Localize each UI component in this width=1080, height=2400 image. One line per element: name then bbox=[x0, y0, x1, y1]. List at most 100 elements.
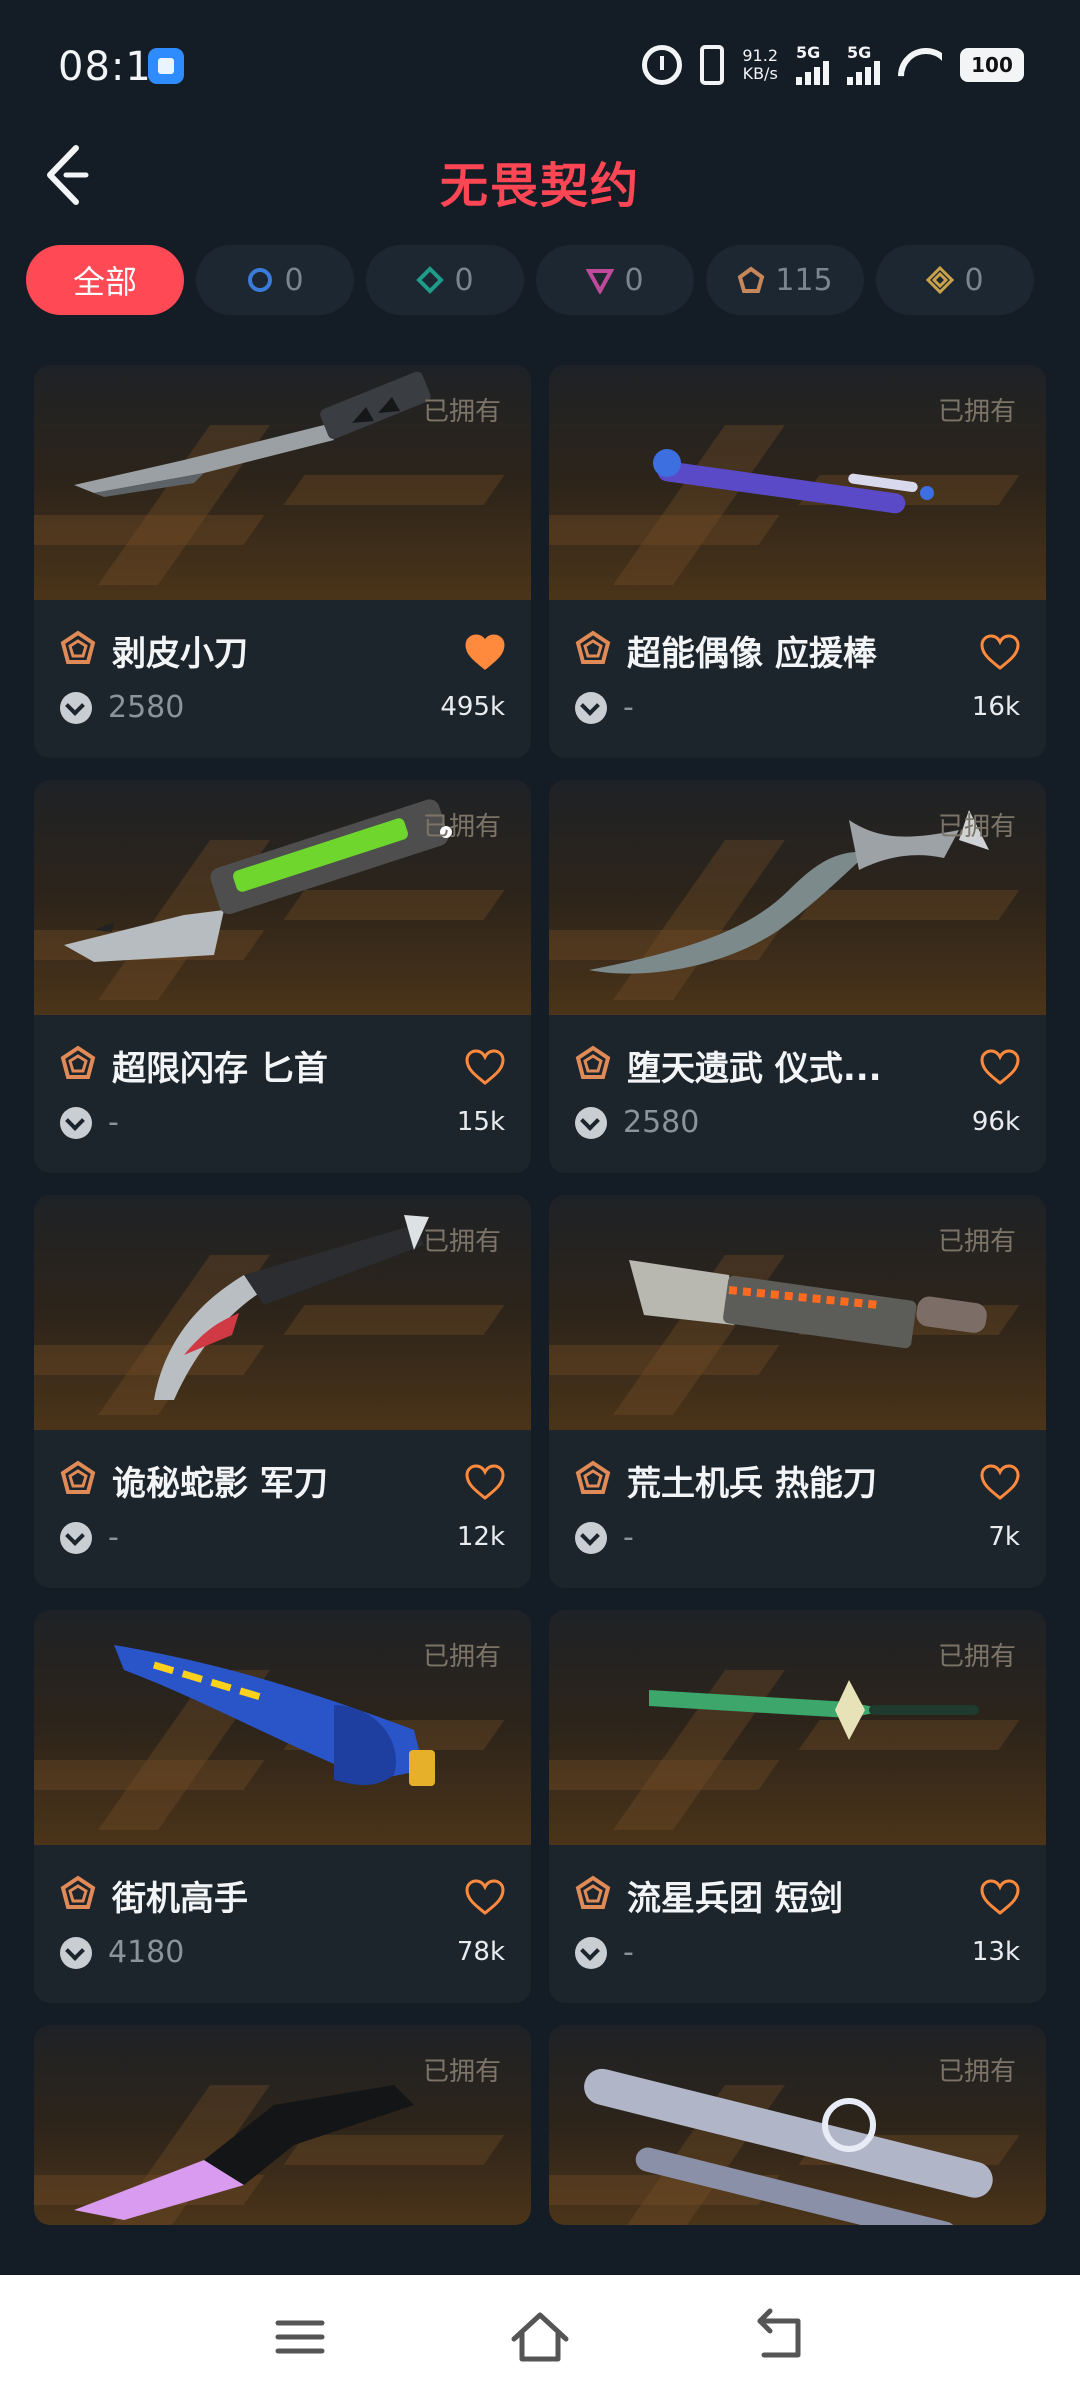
weapon-skin-card[interactable]: 已拥有 诡秘蛇影 军刀 - 12k bbox=[34, 1195, 531, 1588]
network-speed: 91.2 KB/s bbox=[742, 47, 778, 83]
weapon-skin-info: 剥皮小刀 2580 495k bbox=[34, 600, 531, 758]
system-navigation-bar bbox=[0, 2275, 1080, 2400]
weapon-skin-card[interactable]: 已拥有 bbox=[549, 2025, 1046, 2225]
weapon-skin-image: 已拥有 bbox=[549, 1610, 1046, 1845]
weapon-skin-name: 超限闪存 匕首 bbox=[112, 1049, 328, 1089]
tier-exclusive-icon bbox=[60, 1875, 96, 1909]
filter-chip-label: 0 bbox=[624, 262, 644, 298]
weapon-skin-name: 堕天遗武 仪式... bbox=[627, 1049, 882, 1089]
weapon-skin-info: 超限闪存 匕首 - 15k bbox=[34, 1015, 531, 1173]
skin-price: - bbox=[108, 1520, 119, 1555]
tier-exclusive-icon bbox=[60, 1045, 96, 1079]
weapon-skin-image: 已拥有 bbox=[549, 365, 1046, 600]
tier-exclusive-icon bbox=[738, 266, 765, 293]
skin-price: - bbox=[623, 690, 634, 725]
wifi-icon bbox=[898, 48, 942, 82]
valorant-points-icon bbox=[575, 1522, 607, 1554]
like-count: 7k bbox=[988, 1522, 1020, 1552]
tier-select-icon bbox=[248, 268, 273, 292]
sim2-signal-icon: 5G bbox=[847, 45, 880, 85]
weapon-skin-name: 街机高手 bbox=[112, 1879, 248, 1919]
app-notification-icon bbox=[148, 48, 184, 84]
filter-chip-tier-deluxe[interactable]: 0 bbox=[366, 245, 524, 315]
status-bar: 08:17 91.2 KB/s 5G 5G 100 bbox=[0, 0, 1080, 130]
valorant-points-icon bbox=[60, 1107, 92, 1139]
filter-chip-all[interactable]: 全部 bbox=[26, 245, 184, 315]
network-speed-value: 91.2 bbox=[742, 46, 778, 65]
owned-label: 已拥有 bbox=[422, 397, 501, 427]
skin-price: - bbox=[623, 1935, 634, 1970]
favorite-heart-icon[interactable] bbox=[980, 1049, 1020, 1085]
favorite-heart-icon[interactable] bbox=[465, 1464, 505, 1500]
vibrate-icon bbox=[700, 45, 725, 85]
filter-chip-tier-premium[interactable]: 0 bbox=[536, 245, 694, 315]
weapon-skin-name: 诡秘蛇影 军刀 bbox=[112, 1464, 328, 1504]
owned-label: 已拥有 bbox=[422, 2057, 501, 2087]
weapon-skin-card[interactable]: 已拥有 流星兵团 短剑 - 13k bbox=[549, 1610, 1046, 2003]
favorite-heart-icon[interactable] bbox=[465, 634, 505, 670]
weapon-skin-card[interactable]: 已拥有 堕天遗武 仪式... 2580 96k bbox=[549, 780, 1046, 1173]
favorite-heart-icon[interactable] bbox=[465, 1879, 505, 1915]
skin-price: 2580 bbox=[623, 1105, 700, 1140]
favorite-heart-icon[interactable] bbox=[980, 1879, 1020, 1915]
weapon-skin-card[interactable]: 已拥有 剥皮小刀 2580 495k bbox=[34, 365, 531, 758]
valorant-points-icon bbox=[575, 1937, 607, 1969]
weapon-skin-image: 已拥有 bbox=[34, 365, 531, 600]
filter-chip-tier-exclusive[interactable]: 115 bbox=[706, 245, 864, 315]
skin-price: - bbox=[623, 1520, 634, 1555]
weapon-skin-card[interactable]: 已拥有 bbox=[34, 2025, 531, 2225]
favorite-heart-icon[interactable] bbox=[980, 634, 1020, 670]
like-count: 96k bbox=[971, 1107, 1020, 1137]
filter-chip-label: 全部 bbox=[72, 263, 137, 301]
owned-label: 已拥有 bbox=[937, 2057, 1016, 2087]
valorant-points-icon bbox=[60, 1522, 92, 1554]
weapon-skin-image: 已拥有 bbox=[34, 780, 531, 1015]
weapon-skin-image: 已拥有 bbox=[549, 1195, 1046, 1430]
home-icon bbox=[511, 2312, 569, 2362]
filter-chip-label: 0 bbox=[454, 262, 474, 298]
tier-exclusive-icon bbox=[575, 1460, 611, 1494]
weapon-skin-card[interactable]: 已拥有 超限闪存 匕首 - 15k bbox=[34, 780, 531, 1173]
weapon-skin-image: 已拥有 bbox=[34, 1195, 531, 1430]
owned-label: 已拥有 bbox=[422, 1227, 501, 1257]
skin-price: - bbox=[108, 1105, 119, 1140]
weapon-skin-info: 街机高手 4180 78k bbox=[34, 1845, 531, 2003]
weapon-skin-image: 已拥有 bbox=[34, 1610, 531, 1845]
weapon-skin-card[interactable]: 已拥有 街机高手 4180 78k bbox=[34, 1610, 531, 2003]
network-speed-unit: KB/s bbox=[742, 64, 778, 83]
favorite-heart-icon[interactable] bbox=[465, 1049, 505, 1085]
weapon-skin-info: 荒土机兵 热能刀 - 7k bbox=[549, 1430, 1046, 1588]
weapon-skin-name: 超能偶像 应援棒 bbox=[627, 634, 877, 674]
home-button[interactable] bbox=[508, 2307, 572, 2367]
back-nav-button[interactable] bbox=[748, 2307, 812, 2367]
owned-label: 已拥有 bbox=[422, 812, 501, 842]
weapon-skin-card[interactable]: 已拥有 荒土机兵 热能刀 - 7k bbox=[549, 1195, 1046, 1588]
filter-chip-tier-select[interactable]: 0 bbox=[196, 245, 354, 315]
tier-exclusive-icon bbox=[575, 1045, 611, 1079]
like-count: 15k bbox=[456, 1107, 505, 1137]
skin-price: 4180 bbox=[108, 1935, 185, 1970]
weapon-skin-grid: 已拥有 剥皮小刀 2580 495k 已拥有 超能偶像 应援棒 - 16k 已拥… bbox=[34, 365, 1046, 2225]
weapon-skin-info: 流星兵团 短剑 - 13k bbox=[549, 1845, 1046, 2003]
weapon-skin-info: 堕天遗武 仪式... 2580 96k bbox=[549, 1015, 1046, 1173]
filter-chip-label: 115 bbox=[775, 262, 833, 298]
weapon-skin-info: 超能偶像 应援棒 - 16k bbox=[549, 600, 1046, 758]
skin-price: 2580 bbox=[108, 690, 185, 725]
page-title: 无畏契约 bbox=[439, 158, 640, 214]
owned-label: 已拥有 bbox=[937, 397, 1016, 427]
favorite-heart-icon[interactable] bbox=[980, 1464, 1020, 1500]
tier-exclusive-icon bbox=[575, 630, 611, 664]
like-count: 13k bbox=[971, 1937, 1020, 1967]
valorant-points-icon bbox=[60, 1937, 92, 1969]
tier-exclusive-icon bbox=[575, 1875, 611, 1909]
valorant-points-icon bbox=[575, 692, 607, 724]
tier-ultra-icon bbox=[926, 266, 955, 294]
like-count: 78k bbox=[456, 1937, 505, 1967]
sim1-signal-icon: 5G bbox=[796, 45, 829, 85]
weapon-skin-card[interactable]: 已拥有 超能偶像 应援棒 - 16k bbox=[549, 365, 1046, 758]
alarm-icon bbox=[642, 45, 683, 85]
filter-chip-tier-ultra[interactable]: 0 bbox=[876, 245, 1034, 315]
menu-button[interactable] bbox=[268, 2307, 332, 2367]
tier-deluxe-icon bbox=[416, 266, 445, 294]
like-count: 16k bbox=[971, 692, 1020, 722]
